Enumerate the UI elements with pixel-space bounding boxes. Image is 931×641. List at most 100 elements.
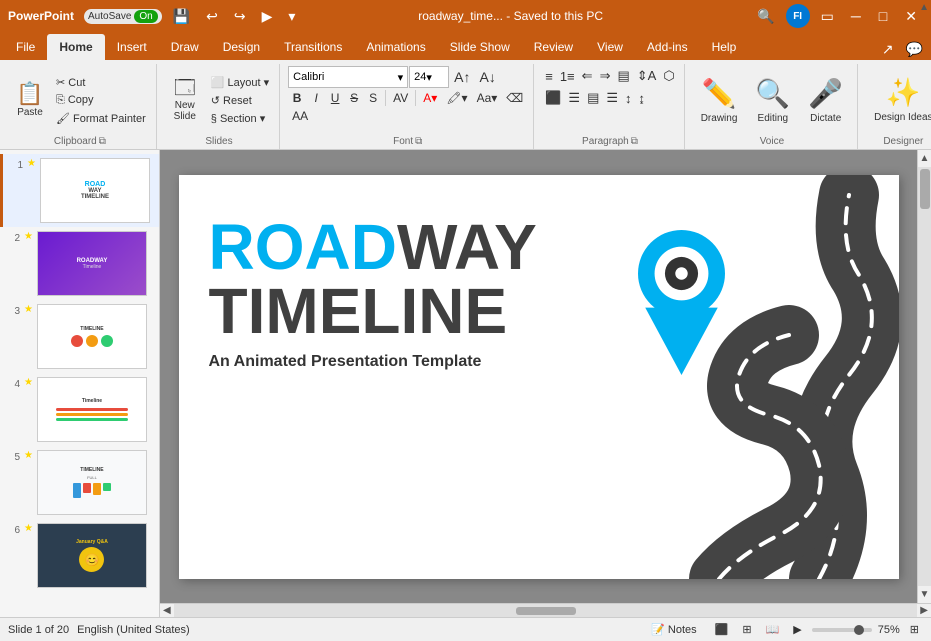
h-scroll-right-button[interactable]: ▶ (917, 602, 931, 619)
h-scroll-left-button[interactable]: ◀ (160, 602, 174, 619)
align-right-button[interactable]: ▤ (584, 88, 602, 108)
numbering-button[interactable]: 1≡ (557, 67, 578, 86)
slide-thumb-6[interactable]: 6 ★ January Q&A 😊 (0, 519, 159, 592)
notes-button[interactable]: 📝 Notes (643, 621, 704, 638)
save-button[interactable]: 💾 (168, 6, 195, 27)
bold-button[interactable]: B (288, 90, 306, 106)
tab-slideshow[interactable]: Slide Show (438, 34, 522, 60)
clear-formatting-button[interactable]: ⌫ (502, 90, 527, 106)
paste-button[interactable]: 📋 Paste (10, 80, 50, 121)
font-size-dropdown-icon[interactable]: ▾ (426, 71, 432, 84)
comments-button[interactable]: 💬 (902, 39, 927, 60)
tab-view[interactable]: View (585, 34, 635, 60)
tab-help[interactable]: Help (700, 34, 749, 60)
slide-thumb-3[interactable]: 3 ★ TIMELINE (0, 300, 159, 373)
new-slide-button[interactable]: 🗔 NewSlide (165, 75, 205, 125)
slide-thumb-4[interactable]: 4 ★ Timeline (0, 373, 159, 446)
ribbon-collapse-button[interactable]: ▲ (919, 2, 929, 13)
scroll-thumb[interactable] (920, 169, 930, 209)
reading-view-button[interactable]: 📖 (762, 622, 784, 637)
line-spacing-button[interactable]: ↕ (622, 89, 635, 108)
search-button[interactable]: 🔍 (752, 6, 779, 27)
normal-view-button[interactable]: ⬛ (711, 622, 733, 637)
decrease-indent-button[interactable]: ⇐ (579, 66, 596, 86)
align-left-button[interactable]: ⬛ (542, 88, 564, 108)
increase-font-button[interactable]: A↑ (450, 68, 474, 86)
copy-button[interactable]: ⎘ Copy (52, 92, 150, 109)
font-name-input[interactable]: Calibri ▾ (288, 66, 408, 88)
tab-file[interactable]: File (4, 34, 47, 60)
fit-slide-button[interactable]: ⊞ (906, 622, 923, 637)
text-case-button[interactable]: AA (288, 108, 312, 124)
slide-canvas[interactable]: ROADWAY TIMELINE An Animated Presentatio… (179, 175, 899, 579)
layout-button[interactable]: ⬜ Layout ▾ (207, 74, 273, 91)
decrease-font-button[interactable]: A↓ (475, 68, 499, 86)
h-scroll-track[interactable] (174, 604, 918, 617)
para-row1: ≡ 1≡ ⇐ ⇒ ▤ ⇕A ⬡ (542, 66, 677, 86)
scroll-up-button[interactable]: ▲ (917, 150, 931, 167)
vertical-align-button[interactable]: ↨ (636, 89, 649, 108)
tab-draw[interactable]: Draw (159, 34, 211, 60)
tab-insert[interactable]: Insert (105, 34, 159, 60)
avatar[interactable]: FI (786, 4, 810, 28)
scroll-track[interactable] (918, 167, 931, 586)
font-color-button[interactable]: A▾ (419, 90, 441, 106)
reset-button[interactable]: ↺ Reset (207, 92, 273, 109)
zoom-slider[interactable] (812, 628, 872, 632)
minimize-button[interactable]: ─ (845, 6, 867, 26)
char-spacing-button[interactable]: AV (389, 90, 412, 106)
drawing-button[interactable]: ✏️ Drawing (693, 73, 746, 128)
clipboard-group: 📋 Paste ✂ Cut ⎘ Copy 🖌 Format Painter Cl… (4, 64, 157, 149)
tab-addins[interactable]: Add-ins (635, 34, 700, 60)
font-expand-icon[interactable]: ⧉ (415, 136, 422, 147)
ribbon-display-button[interactable]: ▭ (816, 6, 839, 27)
slide-sorter-button[interactable]: ⊞ (738, 622, 755, 637)
paragraph-expand-icon[interactable]: ⧉ (631, 136, 638, 147)
highlight-button[interactable]: 🖍▾ (442, 90, 471, 106)
increase-indent-button[interactable]: ⇒ (597, 66, 614, 86)
autosave-toggle[interactable]: AutoSave On (84, 9, 162, 24)
editing-button[interactable]: 🔍 Editing (747, 73, 798, 128)
design-ideas-button[interactable]: ✨ Design Ideas (866, 72, 931, 128)
font-dropdown-icon[interactable]: ▾ (398, 71, 404, 84)
tab-animations[interactable]: Animations (354, 34, 437, 60)
format-painter-button[interactable]: 🖌 Format Painter (52, 110, 150, 127)
justify-button[interactable]: ☰ (603, 88, 621, 108)
present-button[interactable]: ▶ (257, 6, 278, 27)
slide-thumb-2[interactable]: 2 ★ ROADWAY Timeline (0, 227, 159, 300)
text-direction-button[interactable]: ⇕A (634, 66, 660, 86)
strikethrough-button[interactable]: S (345, 90, 363, 106)
horizontal-scrollbar[interactable]: ◀ ▶ (160, 603, 931, 617)
cut-button[interactable]: ✂ Cut (52, 74, 150, 91)
restore-button[interactable]: □ (873, 6, 893, 26)
align-center-button[interactable]: ☰ (565, 88, 583, 108)
font-size-input[interactable]: 24 ▾ (409, 66, 449, 88)
section-button[interactable]: § Section ▾ (207, 110, 273, 127)
zoom-thumb[interactable] (854, 625, 864, 635)
design-ideas-icon: ✨ (886, 76, 921, 109)
h-scroll-thumb[interactable] (516, 607, 576, 615)
vertical-scrollbar[interactable]: ▲ ▼ (917, 150, 931, 603)
clipboard-expand-icon[interactable]: ⧉ (99, 136, 106, 147)
tab-design[interactable]: Design (211, 34, 272, 60)
redo-button[interactable]: ↪ (229, 6, 251, 27)
dictate-button[interactable]: 🎤 Dictate (800, 73, 851, 128)
customize-button[interactable]: ▾ (283, 6, 300, 27)
font-size-change-button[interactable]: Aa▾ (473, 90, 502, 106)
bullets-button[interactable]: ≡ (542, 67, 556, 86)
tab-transitions[interactable]: Transitions (272, 34, 354, 60)
italic-button[interactable]: I (307, 90, 325, 106)
columns-button[interactable]: ▤ (614, 66, 632, 86)
share-button[interactable]: ↗ (878, 39, 898, 60)
slide-thumb-1[interactable]: 1 ★ ROAD WAY TIMELINE (0, 154, 159, 227)
autosave-state[interactable]: On (134, 10, 157, 23)
scroll-down-button[interactable]: ▼ (917, 586, 931, 603)
convert-to-smartart-button[interactable]: ⬡ (660, 66, 677, 86)
underline-button[interactable]: U (326, 90, 344, 106)
slideshow-button[interactable]: ▶ (789, 622, 805, 637)
slide-thumb-5[interactable]: 5 ★ TIMELINE FULL (0, 446, 159, 519)
tab-review[interactable]: Review (522, 34, 585, 60)
shadow-button[interactable]: S (364, 90, 382, 106)
tab-home[interactable]: Home (47, 34, 104, 60)
undo-button[interactable]: ↩ (201, 6, 223, 27)
